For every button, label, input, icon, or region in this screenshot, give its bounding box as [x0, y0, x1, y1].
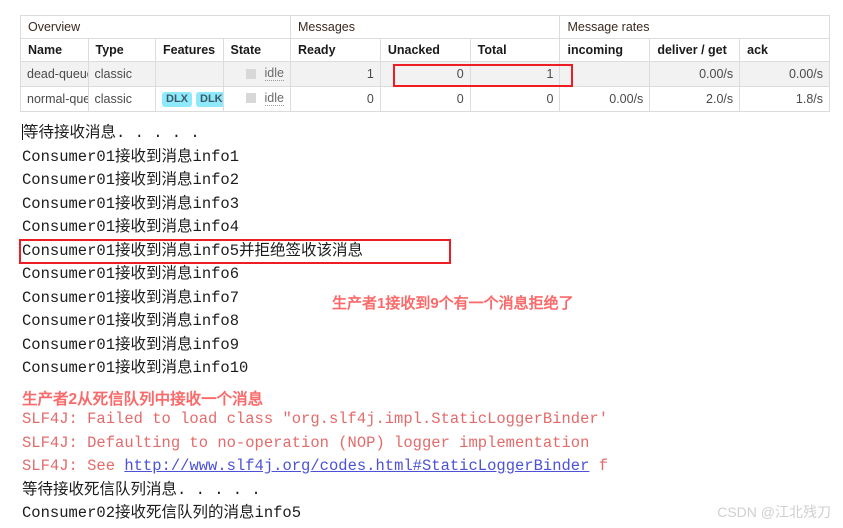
console-line-text: Consumer01接收到消息info10 [22, 359, 249, 377]
cell-queue-type: classic [87, 61, 156, 87]
console-line: Consumer01接收到消息info5并拒绝签收该消息 [22, 240, 822, 264]
console-line: Consumer01接收到消息info1 [22, 146, 822, 170]
cell-unacked: 0 [379, 85, 471, 112]
console-line-text: Consumer01接收到消息info6 [22, 265, 240, 283]
table-row[interactable]: dead-queue classic idle 1 0 1 0.00/s 0.0… [20, 61, 830, 87]
console-line-text: Consumer01接收到消息info5并拒绝签收该消息 [22, 241, 364, 260]
cell-total: 1 [469, 61, 561, 87]
cell-ready: 0 [290, 85, 381, 112]
console-line-text: Consumer01接收到消息info7 [22, 288, 240, 307]
console-output: 等待接收消息. . . . . Consumer01接收到消息info1 Consu… [22, 122, 822, 526]
cell-queue-name[interactable]: normal-queue [20, 85, 89, 112]
cell-unacked: 0 [379, 61, 471, 87]
console-line: 等待接收死信队列消息. . . . . [22, 479, 822, 503]
console-line-text: Consumer02接收死信队列的消息info5 [22, 504, 302, 522]
cell-queue-state: idle [222, 61, 291, 87]
state-label: idle [264, 66, 284, 81]
state-indicator-icon [245, 93, 256, 104]
column-header-type[interactable]: Type [87, 38, 156, 62]
console-line-text: 等待接收消息. . . . . [23, 124, 200, 142]
cell-queue-state: idle [222, 85, 291, 112]
column-header-ack[interactable]: ack [739, 38, 830, 62]
annotation-consumer1: 生产者1接收到9个有一个消息拒绝了 [332, 295, 574, 312]
table-row[interactable]: normal-queue classic DLXDLK idle 0 0 0 0… [20, 85, 830, 112]
console-line-text: Consumer01接收到消息info9 [22, 335, 240, 354]
console-line: Consumer01接收到消息info9 [22, 334, 822, 358]
column-header-incoming[interactable]: incoming [559, 38, 651, 62]
cell-incoming: 0.00/s [559, 85, 651, 112]
console-line: SLF4J: Defaulting to no-operation (NOP) … [22, 432, 822, 456]
column-header-deliver-get[interactable]: deliver / get [649, 38, 741, 62]
cell-ack: 0.00/s [739, 61, 830, 87]
cell-incoming [559, 61, 651, 87]
table-column-header-row: Name Type Features State Ready Unacked T… [20, 38, 830, 62]
cell-deliver-get: 0.00/s [649, 61, 741, 87]
group-header-messages: Messages [289, 15, 561, 39]
slf4j-doc-link[interactable]: http://www.slf4j.org/codes.html#StaticLo… [124, 457, 589, 475]
console-line-text: 等待接收死信队列消息. . . . . [22, 480, 261, 499]
group-header-message-rates: Message rates [559, 15, 830, 39]
cell-queue-name[interactable]: dead-queue [20, 61, 89, 87]
column-header-unacked[interactable]: Unacked [379, 38, 471, 62]
cell-ready: 1 [290, 61, 381, 87]
state-label: idle [264, 90, 284, 106]
state-indicator-icon [245, 68, 256, 79]
console-line: Consumer01接收到消息info10 [22, 357, 822, 381]
annotation-consumer2: 生产者2从死信队列中接收一个消息 [22, 391, 264, 408]
console-line-text: Consumer01接收到消息info3 [22, 194, 240, 213]
column-header-state[interactable]: State [222, 38, 291, 62]
console-line-text: SLF4J: Failed to load class "org.slf4j.i… [22, 410, 608, 428]
console-line-text: Consumer01接收到消息info8 [22, 312, 240, 330]
table-group-header-row: Overview Messages Message rates [20, 15, 830, 39]
console-line: Consumer01接收到消息info6 [22, 263, 822, 287]
console-line: SLF4J: Failed to load class "org.slf4j.i… [22, 408, 822, 432]
cell-deliver-get: 2.0/s [649, 85, 741, 112]
column-header-features[interactable]: Features [155, 38, 224, 62]
cell-total: 0 [469, 85, 561, 112]
console-line: SLF4J: See http://www.slf4j.org/codes.ht… [22, 455, 822, 479]
console-line-text: Consumer01接收到消息info4 [22, 218, 240, 236]
console-line: Consumer01接收到消息info3 [22, 193, 822, 217]
console-line: Consumer01接收到消息info2 [22, 169, 822, 193]
cell-ack: 1.8/s [739, 85, 830, 112]
cell-queue-features [155, 61, 224, 87]
group-header-overview: Overview [20, 15, 291, 39]
console-line: Consumer01接收到消息info4 [22, 216, 822, 240]
column-header-ready[interactable]: Ready [290, 38, 381, 62]
console-line-text: Consumer01接收到消息info1 [22, 147, 240, 166]
queue-table: Overview Messages Message rates Name Typ… [20, 15, 830, 112]
column-header-name[interactable]: Name [20, 38, 89, 62]
cell-queue-type: classic [87, 85, 156, 112]
console-line: Consumer01接收到消息info8 [22, 310, 822, 334]
queue-table-container: Overview Messages Message rates Name Typ… [20, 15, 830, 112]
watermark: CSDN @江北残刀 [717, 504, 831, 520]
cell-queue-features: DLX DLK [155, 85, 224, 112]
console-line-prefix: SLF4J: See [22, 457, 125, 475]
column-header-total[interactable]: Total [469, 38, 561, 62]
console-line: 等待接收消息. . . . . [22, 122, 822, 146]
console-line: Consumer02接收死信队列的消息info5 [22, 502, 822, 526]
console-line-text: SLF4J: Defaulting to no-operation (NOP) … [22, 433, 590, 452]
feature-badge-dlx[interactable]: DLX [162, 91, 192, 107]
feature-badge-dlk[interactable]: DLK [196, 91, 223, 107]
console-line-suffix: f [589, 457, 609, 475]
console-line-text: Consumer01接收到消息info2 [22, 171, 240, 189]
